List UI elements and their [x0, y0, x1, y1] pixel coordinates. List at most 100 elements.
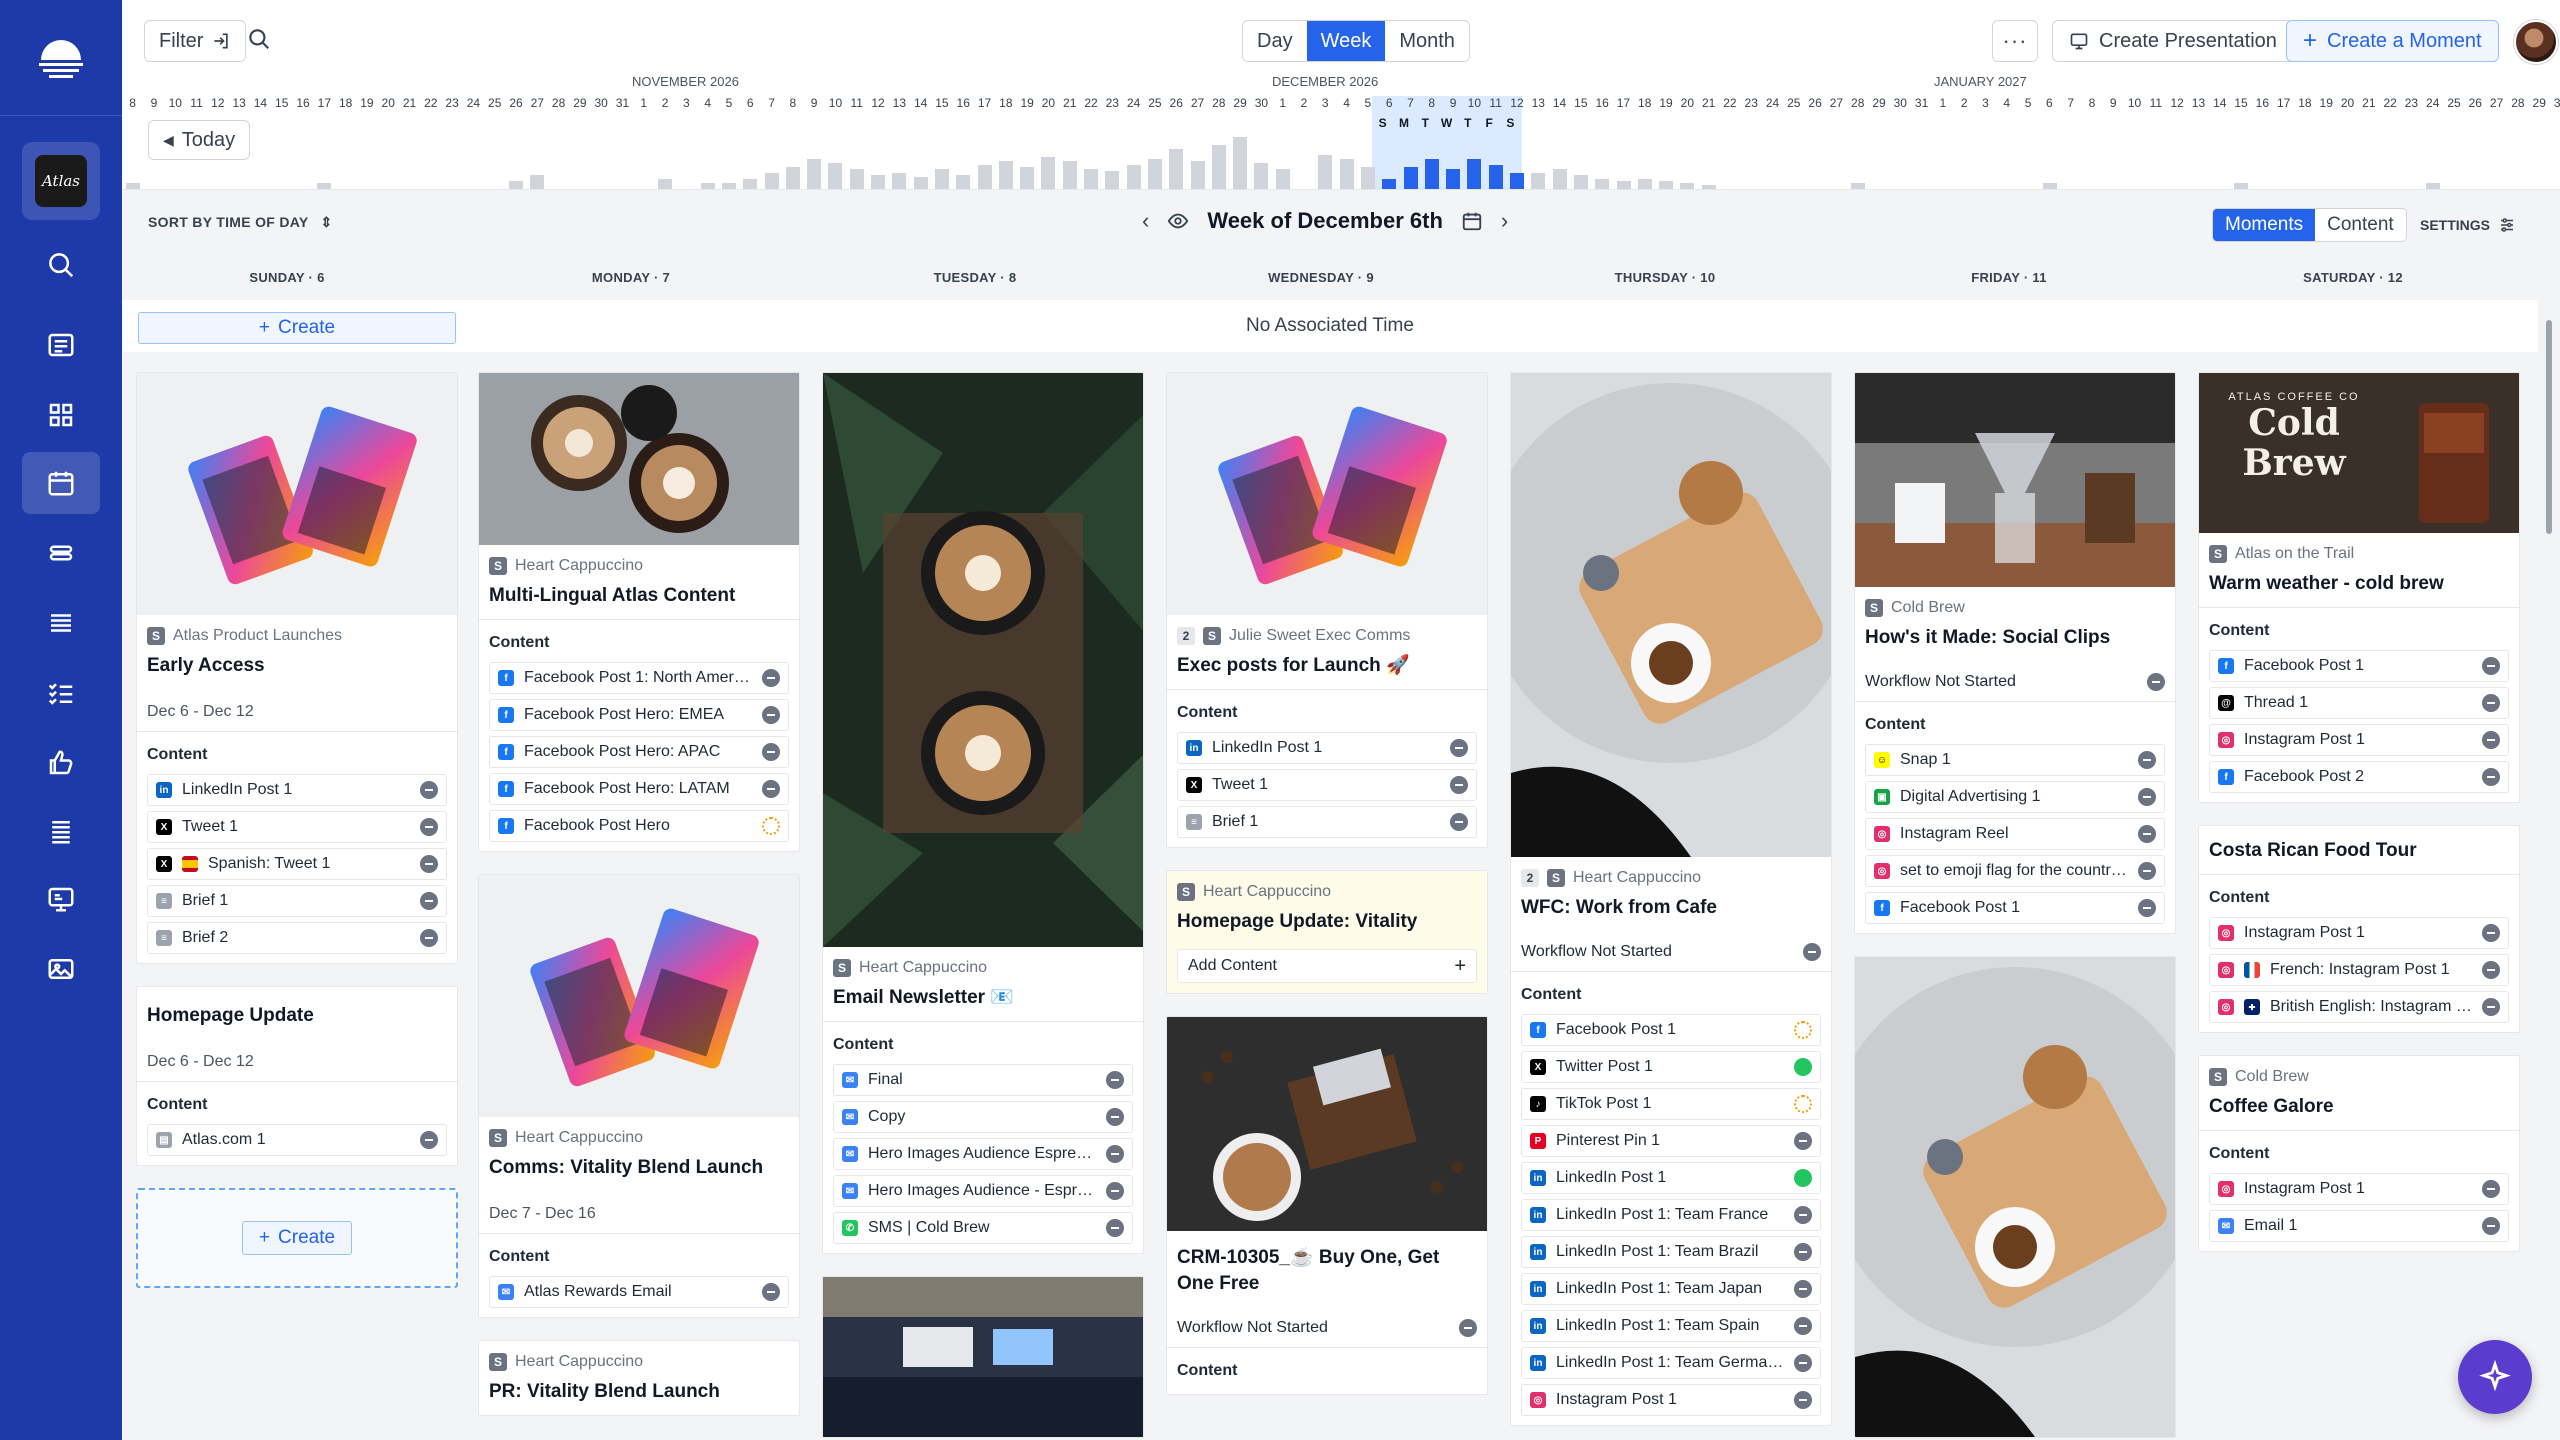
content-item[interactable]: ✉ Copy: [833, 1101, 1133, 1133]
timeline-day[interactable]: 12: [867, 96, 888, 112]
timeline-day[interactable]: 2: [1293, 96, 1314, 112]
timeline-day[interactable]: 15: [2230, 96, 2251, 112]
moment-card[interactable]: S Heart Cappuccino Email Newsletter 📧 Con…: [822, 372, 1144, 1254]
timeline-day[interactable]: 4: [1996, 96, 2017, 112]
timeline-day[interactable]: 20: [1038, 96, 1059, 112]
timeline-day[interactable]: 16: [292, 96, 313, 112]
timeline-day[interactable]: 29: [2529, 96, 2550, 112]
timeline-day[interactable]: 2: [1954, 96, 1975, 112]
timeline-day[interactable]: 22: [2379, 96, 2400, 112]
content-item[interactable]: f Facebook Post 1: [2209, 650, 2509, 682]
content-item[interactable]: ♪ TikTok Post 1: [1521, 1088, 1821, 1120]
content-item[interactable]: ◎ set to emoji flag for the country ...: [1865, 855, 2165, 887]
timeline-day[interactable]: 4: [1336, 96, 1357, 112]
timeline-day[interactable]: 28: [548, 96, 569, 112]
sidebar-item-reports[interactable]: [22, 800, 100, 862]
content-item[interactable]: f Facebook Post Hero: LATAM: [489, 773, 789, 805]
timeline-day[interactable]: 27: [1187, 96, 1208, 112]
timeline-day[interactable]: 13: [889, 96, 910, 112]
eye-icon[interactable]: [1167, 210, 1189, 232]
content-item[interactable]: @ Thread 1: [2209, 687, 2509, 719]
timeline-day[interactable]: 1: [633, 96, 654, 112]
timeline-day[interactable]: 17: [314, 96, 335, 112]
timeline-day[interactable]: 29: [1868, 96, 1889, 112]
sidebar-item-dashboard[interactable]: [22, 384, 100, 446]
calendar-icon[interactable]: [1461, 210, 1483, 232]
timeline-day[interactable]: 26: [1804, 96, 1825, 112]
timeline-day[interactable]: 27: [527, 96, 548, 112]
timeline-day[interactable]: 21: [1059, 96, 1080, 112]
timeline-day[interactable]: 11: [186, 96, 207, 112]
content-item[interactable]: f Facebook Post 1: North America: [489, 662, 789, 694]
ai-assistant-button[interactable]: [2458, 1340, 2532, 1414]
timeline-day[interactable]: 24: [1123, 96, 1144, 112]
content-item[interactable]: ✆ SMS | Cold Brew: [833, 1212, 1133, 1244]
timeline-day[interactable]: 12: [1506, 96, 1527, 112]
timeline-scrubber[interactable]: NOVEMBER 2026 DECEMBER 2026 JANUARY 2027…: [122, 70, 2560, 214]
sidebar-item-calendar[interactable]: [22, 452, 100, 514]
content-item[interactable]: ✉ Hero Images Audience Espresso: [833, 1138, 1133, 1170]
content-item[interactable]: f Facebook Post Hero: [489, 810, 789, 842]
content-item[interactable]: in LinkedIn Post 1: Team Japan: [1521, 1273, 1821, 1305]
timeline-day[interactable]: 30: [591, 96, 612, 112]
moment-card[interactable]: Homepage Update Dec 6 - Dec 12 Content ▤…: [136, 986, 458, 1166]
content-item[interactable]: ✉ Atlas Rewards Email: [489, 1276, 789, 1308]
timeline-day[interactable]: 3: [1975, 96, 1996, 112]
content-item[interactable]: ◎ Instagram Post 1: [1521, 1384, 1821, 1416]
content-item[interactable]: X Twitter Post 1: [1521, 1051, 1821, 1083]
moment-card[interactable]: S Heart Cappuccino Homepage Update: Vital…: [1166, 870, 1488, 994]
timeline-day[interactable]: 10: [2124, 96, 2145, 112]
timeline-day[interactable]: 23: [1102, 96, 1123, 112]
timeline-day[interactable]: 14: [1549, 96, 1570, 112]
timeline-day[interactable]: 13: [228, 96, 249, 112]
create-presentation-button[interactable]: Create Presentation: [2052, 20, 2294, 62]
timeline-day[interactable]: 18: [995, 96, 1016, 112]
content-item[interactable]: ≡ Brief 1: [1177, 806, 1477, 838]
timeline-day[interactable]: 12: [2167, 96, 2188, 112]
timeline-day[interactable]: 16: [953, 96, 974, 112]
timeline-day[interactable]: 3: [676, 96, 697, 112]
timeline-day[interactable]: 8: [122, 96, 143, 112]
content-item[interactable]: ✉ Hero Images Audience - Espresso: [833, 1175, 1133, 1207]
content-item[interactable]: in LinkedIn Post 1: Team Brazil: [1521, 1236, 1821, 1268]
content-item[interactable]: in LinkedIn Post 1: [147, 774, 447, 806]
timeline-day[interactable]: 16: [2252, 96, 2273, 112]
moment-card[interactable]: 2 S Julie Sweet Exec Comms Exec posts for …: [1166, 372, 1488, 848]
content-item[interactable]: f Facebook Post 1: [1521, 1014, 1821, 1046]
moment-card[interactable]: S Atlas Product Launches Early Access Dec…: [136, 372, 458, 964]
timeline-day[interactable]: 10: [825, 96, 846, 112]
timeline-day[interactable]: 18: [335, 96, 356, 112]
timeline-day[interactable]: 6: [2039, 96, 2060, 112]
timeline-day[interactable]: 31: [1911, 96, 1932, 112]
timeline-day[interactable]: 8: [1421, 96, 1442, 112]
timeline-day[interactable]: 18: [2294, 96, 2315, 112]
timeline-day[interactable]: 22: [1080, 96, 1101, 112]
moment-card[interactable]: ATLAS COFFEE CO Cold Brew S Atlas on the …: [2198, 372, 2520, 803]
prev-week-icon[interactable]: ‹: [1142, 208, 1149, 234]
moment-card[interactable]: 2 S Heart Cappuccino WFC: Work from Cafe W…: [1510, 372, 1832, 1426]
timeline-day[interactable]: 4: [697, 96, 718, 112]
timeline-day[interactable]: 12: [207, 96, 228, 112]
content-item[interactable]: ◎ Instagram Post 1: [2209, 1173, 2509, 1205]
timeline-day[interactable]: 14: [910, 96, 931, 112]
timeline-day[interactable]: 15: [931, 96, 952, 112]
timeline-day[interactable]: 22: [420, 96, 441, 112]
timeline-day[interactable]: 19: [2316, 96, 2337, 112]
content-item[interactable]: X Tweet 1: [147, 811, 447, 843]
timeline-day[interactable]: 8: [2081, 96, 2102, 112]
content-item[interactable]: ◎ Instagram Post 1: [2209, 917, 2509, 949]
timeline-day[interactable]: 19: [1655, 96, 1676, 112]
timeline-day[interactable]: 27: [2486, 96, 2507, 112]
timeline-day[interactable]: 24: [2422, 96, 2443, 112]
timeline-day[interactable]: 10: [1464, 96, 1485, 112]
timeline-day[interactable]: 7: [761, 96, 782, 112]
timeline-day[interactable]: 5: [2017, 96, 2038, 112]
timeline-day[interactable]: 11: [846, 96, 867, 112]
timeline-day[interactable]: 6: [1379, 96, 1400, 112]
sidebar-item-presentations[interactable]: [22, 868, 100, 930]
timeline-day[interactable]: 29: [569, 96, 590, 112]
moment-card[interactable]: [822, 1276, 1144, 1438]
timeline-day[interactable]: 9: [2103, 96, 2124, 112]
view-month[interactable]: Month: [1385, 21, 1469, 61]
content-item[interactable]: f Facebook Post 2: [2209, 761, 2509, 793]
